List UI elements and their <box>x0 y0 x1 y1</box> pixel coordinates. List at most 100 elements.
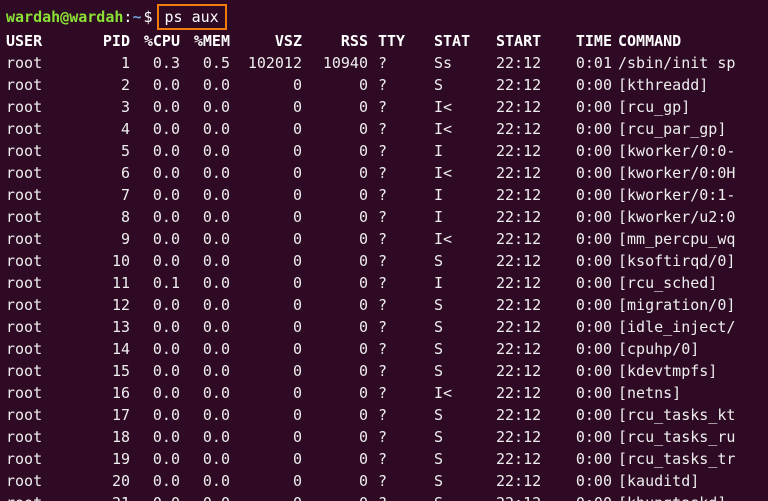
cell-mem: 0.0 <box>184 470 234 492</box>
cell-user: root <box>6 360 58 382</box>
cell-mem: 0.0 <box>184 96 234 118</box>
cell-user: root <box>6 426 58 448</box>
cell-cpu: 0.0 <box>134 316 184 338</box>
hdr-time: TIME <box>556 30 618 52</box>
table-row: root200.00.000?S22:120:00[kauditd] <box>6 470 735 492</box>
cell-rss: 0 <box>306 206 372 228</box>
cell-time: 0:00 <box>556 470 618 492</box>
cell-rss: 0 <box>306 162 372 184</box>
cell-mem: 0.0 <box>184 338 234 360</box>
cell-user: root <box>6 448 58 470</box>
cell-vsz: 0 <box>234 140 306 162</box>
cell-pid: 15 <box>58 360 134 382</box>
cell-vsz: 0 <box>234 426 306 448</box>
cell-cpu: 0.0 <box>134 426 184 448</box>
cell-tty: ? <box>372 228 416 250</box>
cell-time: 0:00 <box>556 228 618 250</box>
cell-cmd: [rcu_tasks_ru <box>618 426 735 448</box>
cell-tty: ? <box>372 382 416 404</box>
cell-mem: 0.0 <box>184 294 234 316</box>
cell-user: root <box>6 74 58 96</box>
cell-tty: ? <box>372 96 416 118</box>
cell-cpu: 0.0 <box>134 294 184 316</box>
cell-stat: S <box>416 316 496 338</box>
cell-mem: 0.0 <box>184 426 234 448</box>
cell-start: 22:12 <box>496 250 556 272</box>
cell-mem: 0.0 <box>184 118 234 140</box>
cell-user: root <box>6 338 58 360</box>
cell-user: root <box>6 184 58 206</box>
cell-tty: ? <box>372 206 416 228</box>
cell-mem: 0.0 <box>184 162 234 184</box>
cell-cmd: [kthreadd] <box>618 74 735 96</box>
cell-cpu: 0.0 <box>134 140 184 162</box>
cell-stat: I< <box>416 96 496 118</box>
table-row: root180.00.000?S22:120:00[rcu_tasks_ru <box>6 426 735 448</box>
cell-vsz: 0 <box>234 250 306 272</box>
cell-cpu: 0.0 <box>134 162 184 184</box>
cell-pid: 17 <box>58 404 134 426</box>
cell-rss: 0 <box>306 294 372 316</box>
cell-mem: 0.0 <box>184 448 234 470</box>
table-row: root90.00.000?I<22:120:00[mm_percpu_wq <box>6 228 735 250</box>
terminal-window[interactable]: wardah@wardah : ~ $ ps aux USER PID %CPU… <box>0 0 768 501</box>
cell-pid: 8 <box>58 206 134 228</box>
cell-vsz: 0 <box>234 96 306 118</box>
cell-rss: 10940 <box>306 52 372 74</box>
prompt-path: ~ <box>132 6 141 28</box>
cell-user: root <box>6 294 58 316</box>
cell-vsz: 0 <box>234 118 306 140</box>
cell-rss: 0 <box>306 316 372 338</box>
cell-start: 22:12 <box>496 140 556 162</box>
cell-pid: 13 <box>58 316 134 338</box>
cell-cpu: 0.0 <box>134 228 184 250</box>
cell-cpu: 0.0 <box>134 118 184 140</box>
cell-stat: S <box>416 448 496 470</box>
cell-tty: ? <box>372 404 416 426</box>
cell-mem: 0.0 <box>184 184 234 206</box>
cell-stat: S <box>416 338 496 360</box>
cell-cmd: [kauditd] <box>618 470 735 492</box>
cell-stat: S <box>416 426 496 448</box>
cell-cmd: [rcu_tasks_tr <box>618 448 735 470</box>
cell-vsz: 0 <box>234 316 306 338</box>
cell-tty: ? <box>372 316 416 338</box>
cell-start: 22:12 <box>496 382 556 404</box>
cell-vsz: 0 <box>234 184 306 206</box>
table-row: root210.00.000?S22:120:00[khungtaskd] <box>6 492 735 501</box>
cell-user: root <box>6 228 58 250</box>
cell-time: 0:00 <box>556 140 618 162</box>
cell-start: 22:12 <box>496 294 556 316</box>
cell-start: 22:12 <box>496 96 556 118</box>
cell-stat: S <box>416 492 496 501</box>
cell-time: 0:00 <box>556 338 618 360</box>
cell-stat: S <box>416 74 496 96</box>
cell-user: root <box>6 316 58 338</box>
table-row: root50.00.000?I22:120:00[kworker/0:0- <box>6 140 735 162</box>
cell-stat: I <box>416 140 496 162</box>
cell-vsz: 0 <box>234 294 306 316</box>
cell-user: root <box>6 470 58 492</box>
cell-tty: ? <box>372 426 416 448</box>
cell-stat: I <box>416 272 496 294</box>
cell-start: 22:12 <box>496 316 556 338</box>
cell-start: 22:12 <box>496 206 556 228</box>
prompt-dollar: $ <box>143 6 152 28</box>
cell-start: 22:12 <box>496 360 556 382</box>
cell-cmd: [cpuhp/0] <box>618 338 735 360</box>
cell-rss: 0 <box>306 140 372 162</box>
cell-pid: 20 <box>58 470 134 492</box>
cell-time: 0:00 <box>556 316 618 338</box>
cell-time: 0:00 <box>556 74 618 96</box>
cell-time: 0:00 <box>556 184 618 206</box>
cell-tty: ? <box>372 470 416 492</box>
cell-vsz: 0 <box>234 228 306 250</box>
hdr-start: START <box>496 30 556 52</box>
table-row: root30.00.000?I<22:120:00[rcu_gp] <box>6 96 735 118</box>
cell-user: root <box>6 272 58 294</box>
cell-stat: S <box>416 404 496 426</box>
cell-vsz: 0 <box>234 360 306 382</box>
table-row: root100.00.000?S22:120:00[ksoftirqd/0] <box>6 250 735 272</box>
cell-time: 0:00 <box>556 272 618 294</box>
table-row: root10.30.510201210940?Ss22:120:01/sbin/… <box>6 52 735 74</box>
